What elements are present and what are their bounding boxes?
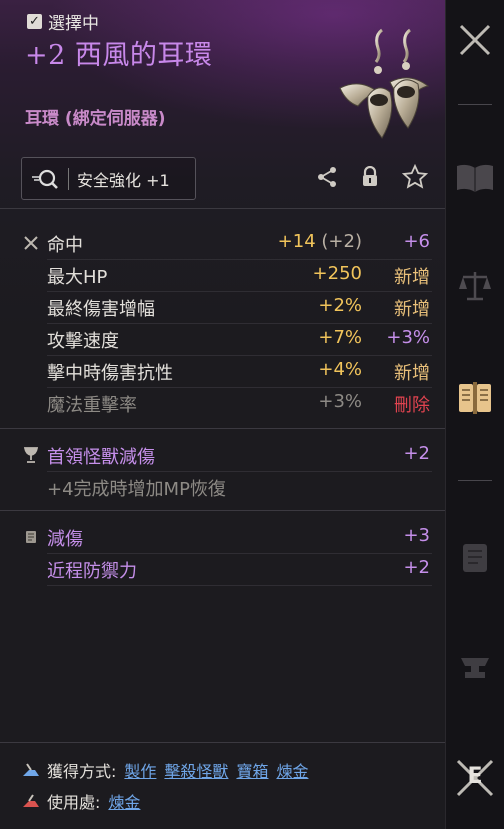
journal-icon[interactable] bbox=[446, 538, 504, 578]
set-bonus-desc-row: +4完成時增加MP恢復 bbox=[47, 472, 432, 503]
set-bonus-name: 近程防禦力 bbox=[47, 561, 137, 582]
set-bonus-name: 首領怪獸減傷 bbox=[47, 447, 155, 468]
obtain-method-row: 獲得方式: 製作 擊殺怪獸 寶箱 煉金 bbox=[21, 758, 308, 782]
set-bonus-value: +3 bbox=[403, 525, 430, 546]
stat-name: 命中 bbox=[47, 235, 83, 256]
usage-row: 使用處: 煉金 bbox=[21, 789, 140, 813]
item-title: +2 西風的耳環 bbox=[25, 40, 213, 71]
share-icon[interactable] bbox=[314, 164, 340, 190]
stat-name: 最大HP bbox=[47, 267, 108, 288]
stat-row-removed: 魔法重擊率 +3% 刪除 bbox=[47, 388, 432, 419]
obtain-link-craft[interactable]: 製作 bbox=[124, 758, 156, 782]
set-bonus-row: 近程防禦力 +2 bbox=[47, 554, 432, 586]
close-icon[interactable] bbox=[446, 18, 504, 62]
stat-name: 魔法重擊率 bbox=[47, 395, 137, 416]
enhance-label: 安全強化 +1 bbox=[77, 170, 170, 190]
stat-value: +4% bbox=[318, 359, 362, 380]
selected-indicator[interactable]: ✓ 選擇中 bbox=[27, 9, 99, 34]
stat-change: 新增 bbox=[394, 299, 430, 320]
scales-icon[interactable] bbox=[446, 266, 504, 306]
lock-icon[interactable] bbox=[357, 164, 383, 190]
stat-row: 最終傷害增幅 +2% 新增 bbox=[47, 292, 432, 324]
obtain-link-alchemy[interactable]: 煉金 bbox=[276, 758, 308, 782]
stat-change: 刪除 bbox=[394, 395, 430, 416]
stat-value: +250 bbox=[312, 263, 362, 284]
stat-change: +3% bbox=[386, 327, 430, 348]
divider bbox=[0, 428, 445, 429]
star-icon[interactable] bbox=[402, 164, 428, 190]
earring-image bbox=[339, 28, 430, 139]
stat-row: 擊中時傷害抗性 +4% 新增 bbox=[47, 356, 432, 388]
checkbox-icon[interactable]: ✓ bbox=[27, 14, 42, 29]
stat-value: +7% bbox=[318, 327, 362, 348]
stat-value: +14 (+2) bbox=[277, 231, 362, 252]
stat-base-bonus: (+2) bbox=[321, 231, 362, 252]
safe-enhance-button[interactable]: 安全強化 +1 bbox=[21, 157, 196, 200]
goblet-icon bbox=[22, 446, 40, 464]
stat-name: 擊中時傷害抗性 bbox=[47, 363, 173, 384]
obtain-link-chest[interactable]: 寶箱 bbox=[236, 758, 268, 782]
crossed-swords-icon bbox=[22, 234, 40, 252]
stat-row: 攻擊速度 +7% +3% bbox=[47, 324, 432, 356]
scroll-icon bbox=[22, 528, 40, 546]
stat-name: 攻擊速度 bbox=[47, 331, 119, 352]
divider bbox=[0, 742, 445, 743]
stat-row: 最大HP +250 新增 bbox=[47, 260, 432, 292]
set-bonus-name: 減傷 bbox=[47, 529, 83, 550]
side-toolbar: E bbox=[446, 0, 504, 829]
set-bonus-row: 減傷 +3 bbox=[47, 522, 432, 554]
side-divider bbox=[458, 480, 492, 481]
obtain-link-monster[interactable]: 擊殺怪獸 bbox=[164, 758, 228, 782]
stat-row: 命中 +14 (+2) +6 bbox=[47, 228, 432, 260]
stat-change: 新增 bbox=[394, 363, 430, 384]
obtain-label: 獲得方式: bbox=[47, 762, 117, 781]
divider bbox=[0, 208, 445, 209]
usage-label: 使用處: bbox=[47, 793, 101, 812]
usage-icon bbox=[21, 792, 41, 810]
hotkey-label: E bbox=[467, 764, 483, 789]
usage-link-alchemy[interactable]: 煉金 bbox=[108, 789, 140, 813]
divider bbox=[0, 510, 445, 511]
compare-book-icon[interactable] bbox=[446, 378, 504, 418]
item-tooltip-panel: ✓ 選擇中 +2 西風的耳環 耳環 (綁定伺服器) 安全強化 +1 命中 +14… bbox=[0, 0, 446, 829]
hotkey-e-button[interactable]: E bbox=[446, 756, 504, 800]
stat-value: +2% bbox=[318, 295, 362, 316]
stat-name: 最終傷害增幅 bbox=[47, 299, 155, 320]
set-bonus-row: 首領怪獸減傷 +2 bbox=[47, 440, 432, 472]
book-icon[interactable] bbox=[446, 158, 504, 198]
magnifier-icon bbox=[22, 161, 68, 197]
set-bonus-desc: +4完成時增加MP恢復 bbox=[47, 479, 226, 500]
anvil-icon[interactable] bbox=[446, 648, 504, 688]
stat-change: 新增 bbox=[394, 267, 430, 288]
stat-change: +6 bbox=[403, 231, 430, 252]
side-divider bbox=[458, 104, 492, 105]
set-bonus-value: +2 bbox=[403, 557, 430, 578]
set-bonus-value: +2 bbox=[403, 443, 430, 464]
item-subtitle: 耳環 (綁定伺服器) bbox=[25, 109, 166, 129]
stat-value: +3% bbox=[318, 391, 362, 412]
separator bbox=[68, 167, 69, 190]
selected-label: 選擇中 bbox=[48, 14, 99, 34]
obtain-icon bbox=[21, 761, 41, 779]
